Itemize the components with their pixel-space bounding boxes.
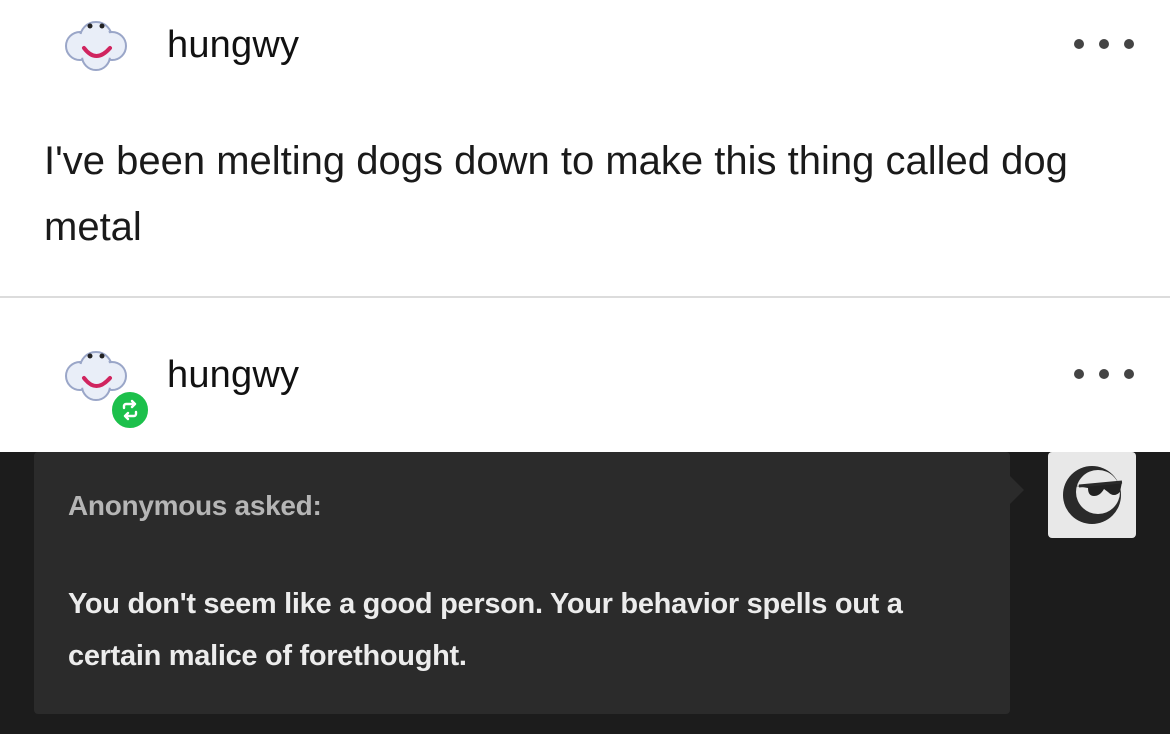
menu-dot (1074, 369, 1084, 379)
ask-question: You don't seem like a good person. Your … (68, 588, 903, 672)
more-dots-icon[interactable] (1074, 362, 1134, 386)
more-dots-icon[interactable] (1074, 32, 1134, 56)
menu-dot (1124, 39, 1134, 49)
ask-section: Anonymous asked: You don't seem like a g… (0, 452, 1170, 734)
post-divider (0, 296, 1170, 298)
ask-bubble-pointer (1010, 476, 1024, 504)
reblog-arrows-icon (108, 388, 152, 432)
cloud-smiley-avatar-icon[interactable] (60, 12, 132, 76)
anonymous-sunglasses-icon (1048, 452, 1136, 538)
post-header: hungwy (0, 0, 1170, 90)
menu-dot (1099, 39, 1109, 49)
reblog-username[interactable]: hungwy (167, 354, 299, 397)
menu-dot (1124, 369, 1134, 379)
ask-label: Anonymous asked: (68, 490, 322, 521)
menu-dot (1099, 369, 1109, 379)
reblog-header: hungwy (0, 330, 1170, 432)
ask-bubble: Anonymous asked: You don't seem like a g… (34, 452, 1010, 714)
menu-dot (1074, 39, 1084, 49)
post-text: I've been melting dogs down to make this… (44, 139, 1068, 249)
post-username[interactable]: hungwy (167, 24, 299, 67)
tumblr-post-screen: hungwy I've been melting dogs down to ma… (0, 0, 1170, 734)
